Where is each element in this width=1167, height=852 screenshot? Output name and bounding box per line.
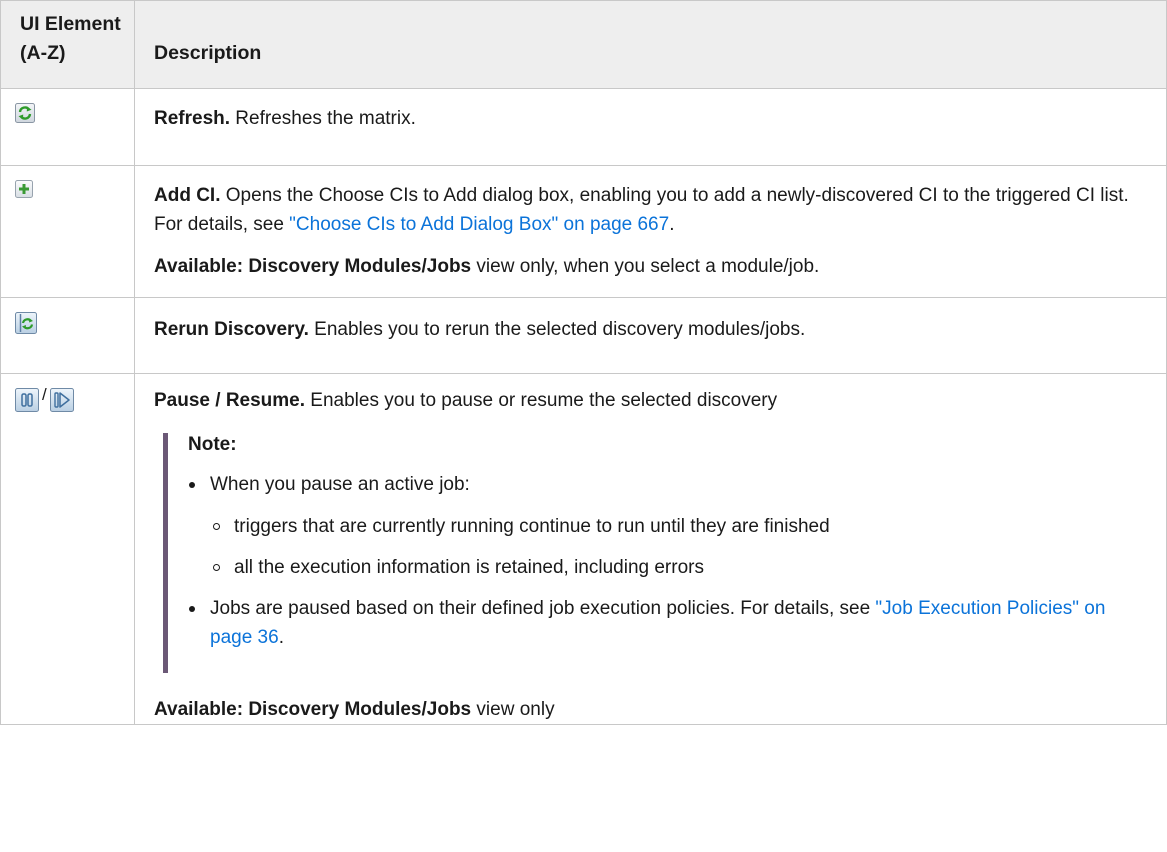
- table-row: Refresh. Refreshes the matrix.: [0, 88, 1167, 166]
- header-ui-element: UI Element (A-Z): [0, 0, 135, 89]
- element-description: Enables you to rerun the selected discov…: [308, 319, 806, 340]
- sub-list-item: triggers that are currently running cont…: [210, 512, 1146, 541]
- period-text: .: [669, 214, 675, 235]
- availability-label: Available: Discovery Modules/Jobs: [154, 699, 472, 720]
- icon-cell: [0, 297, 135, 374]
- table-row: Add CI. Opens the Choose CIs to Add dial…: [0, 165, 1167, 298]
- element-title: Pause / Resume.: [154, 390, 306, 411]
- header-description: Description: [134, 0, 1167, 89]
- availability-label: Available: Discovery Modules/Jobs: [154, 256, 472, 277]
- sub-list: triggers that are currently running cont…: [210, 512, 1146, 582]
- list-item: Jobs are paused based on their defined j…: [188, 594, 1146, 652]
- note-box: Note: When you pause an active job: trig…: [163, 433, 1146, 673]
- table-row: Rerun Discovery. Enables you to rerun th…: [0, 297, 1167, 374]
- icon-separator: /: [42, 385, 47, 404]
- element-title: Add CI.: [154, 185, 221, 206]
- icon-cell: /: [0, 373, 135, 725]
- table-header-row: UI Element (A-Z) Description: [0, 0, 1167, 89]
- table-row: / Pause / Resume. Enables you to pause o…: [0, 373, 1167, 725]
- refresh-icon: [15, 103, 35, 129]
- description-cell: Pause / Resume. Enables you to pause or …: [134, 373, 1167, 725]
- note-list: When you pause an active job: triggers t…: [188, 470, 1146, 652]
- note-title: Note:: [188, 434, 237, 455]
- pause-icon: [15, 388, 39, 418]
- rerun-discovery-icon: [15, 312, 37, 340]
- add-ci-icon: [15, 180, 33, 204]
- choose-cis-link[interactable]: "Choose CIs to Add Dialog Box" on page 6…: [289, 214, 669, 235]
- period-text: .: [278, 627, 284, 648]
- availability-text: view only: [471, 699, 555, 720]
- icon-cell: [0, 165, 135, 298]
- resume-icon: [49, 388, 74, 418]
- sub-list-item: all the execution information is retaine…: [210, 553, 1146, 582]
- bullet-text: When you pause an active job:: [210, 474, 470, 495]
- list-item: When you pause an active job: triggers t…: [188, 470, 1146, 582]
- icon-cell: [0, 88, 135, 166]
- bullet-text: Jobs are paused based on their defined j…: [210, 598, 876, 619]
- element-title: Rerun Discovery.: [154, 319, 309, 340]
- element-title: Refresh.: [154, 108, 231, 129]
- description-cell: Rerun Discovery. Enables you to rerun th…: [134, 297, 1167, 374]
- availability-text: view only, when you select a module/job.: [471, 256, 820, 277]
- description-cell: Add CI. Opens the Choose CIs to Add dial…: [134, 165, 1167, 298]
- ui-elements-table: UI Element (A-Z) Description Refresh. Re…: [0, 0, 1167, 725]
- element-description: Enables you to pause or resume the selec…: [305, 390, 778, 411]
- description-cell: Refresh. Refreshes the matrix.: [134, 88, 1167, 166]
- element-description: Refreshes the matrix.: [230, 108, 416, 129]
